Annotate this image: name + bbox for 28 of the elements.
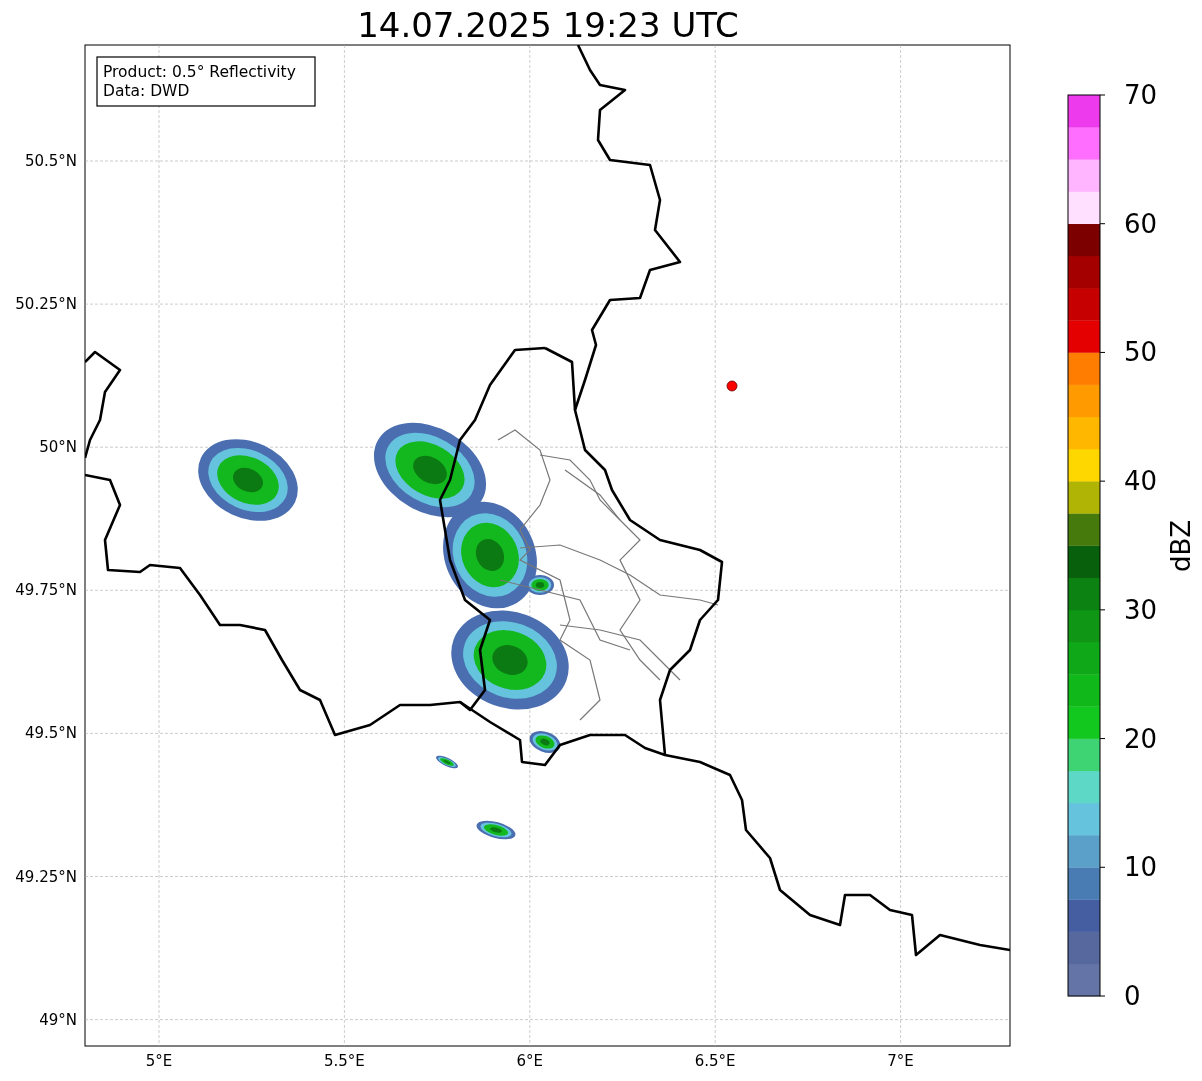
plot-title: 14.07.2025 19:23 UTC	[357, 5, 739, 45]
radar-echo	[476, 820, 516, 840]
colorbar-tick-label: 70	[1124, 80, 1158, 110]
axis-tick-label: 50.5°N	[24, 152, 77, 170]
axis-tick-label: 7°E	[887, 1052, 914, 1070]
axis-tick-label: 49.75°N	[15, 581, 77, 600]
legend-text: Product: 0.5° Reflectivity	[103, 63, 296, 81]
radar-echo	[529, 731, 561, 753]
colorbar-tick-label: 10	[1124, 852, 1158, 883]
axis-tick-label: 5.5°E	[324, 1052, 365, 1070]
axis-tick-label: 5°E	[145, 1052, 173, 1070]
axis-tick-label: 50°N	[39, 438, 77, 457]
colorbar-tick-label: 20	[1124, 723, 1158, 754]
radar-site-marker	[726, 380, 738, 392]
axis-tick-label: 49.5°N	[24, 724, 77, 743]
radar-echo	[436, 755, 458, 769]
axis-tick-label: 49.25°N	[15, 867, 77, 886]
colorbar-tick-label: 60	[1124, 208, 1158, 239]
legend-text: Data: DWD	[103, 82, 190, 100]
colorbar-tick-label: 40	[1124, 466, 1158, 497]
axis-tick-label: 6.5°E	[694, 1052, 736, 1070]
axis-tick-label: 49°N	[39, 1010, 77, 1029]
colorbar-label: dBZ	[1166, 519, 1196, 573]
axis-tick-label: 6°E	[516, 1052, 544, 1070]
axis-tick-label: 50.25°N	[15, 295, 77, 314]
colorbar-tick-label: 30	[1124, 594, 1158, 625]
colorbar-tick-label: 0	[1124, 981, 1141, 1011]
colorbar-tick-label: 50	[1124, 337, 1158, 368]
